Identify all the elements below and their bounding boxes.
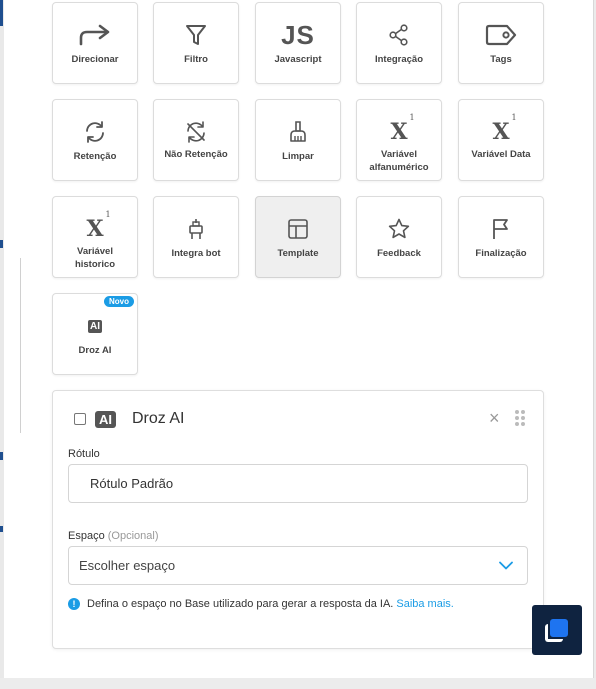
ai-icon: AI xyxy=(95,411,116,428)
block-label: Variável historico xyxy=(74,246,116,270)
block-integracao[interactable]: Integração xyxy=(356,2,442,84)
info-note: ! Defina o espaço no Base utilizado para… xyxy=(68,598,454,610)
block-variavel-historico[interactable]: X1 Variável historico xyxy=(52,196,138,278)
select-checkbox[interactable] xyxy=(74,413,86,425)
broom-icon xyxy=(278,118,318,146)
filter-icon xyxy=(176,21,216,49)
block-integra-bot[interactable]: Integra bot xyxy=(153,196,239,278)
block-direcionar[interactable]: Direcionar xyxy=(52,2,138,84)
space-select-value: Escolher espaço xyxy=(79,558,176,573)
info-icon: ! xyxy=(68,598,80,610)
block-javascript[interactable]: JS Javascript xyxy=(255,2,341,84)
block-tags[interactable]: Tags xyxy=(458,2,544,84)
block-template[interactable]: Template xyxy=(255,196,341,278)
js-icon: JS xyxy=(281,19,315,50)
new-badge: Novo xyxy=(104,296,134,307)
block-label: Droz AI xyxy=(78,345,112,356)
star-icon xyxy=(379,215,419,243)
template-layout-icon xyxy=(278,215,318,243)
block-label: Tags xyxy=(490,54,512,65)
block-feedback[interactable]: Feedback xyxy=(356,196,442,278)
redirect-arrow-icon xyxy=(75,21,115,49)
block-droz-ai[interactable]: Novo AI Droz AI xyxy=(52,293,138,375)
block-label: Retenção xyxy=(73,151,117,162)
block-retencao[interactable]: Retenção xyxy=(52,99,138,181)
block-nao-retencao[interactable]: Não Retenção xyxy=(153,99,239,181)
info-text: Defina o espaço no Base utilizado para g… xyxy=(87,598,394,610)
block-label: Filtro xyxy=(184,54,208,65)
chat-widget-button[interactable] xyxy=(532,605,582,655)
left-edge-marker xyxy=(0,0,3,26)
block-panel: Direcionar Filtro JS Javascript Integraç… xyxy=(4,0,594,689)
block-label: Integração xyxy=(374,54,424,65)
block-label: Feedback xyxy=(377,248,421,259)
label-field-label: Rótulo xyxy=(68,448,100,460)
share-nodes-icon xyxy=(379,21,419,49)
block-variavel-alfanumerico[interactable]: X1 Variável alfanumérico xyxy=(356,99,442,181)
block-limpar[interactable]: Limpar xyxy=(255,99,341,181)
block-variavel-data[interactable]: X1 Variável Data xyxy=(458,99,544,181)
block-label: Template xyxy=(277,248,319,259)
variable-x-icon: X1 xyxy=(492,113,517,145)
close-icon[interactable]: × xyxy=(489,409,500,427)
block-label: Finalização xyxy=(475,248,527,259)
learn-more-link[interactable]: Saiba mais. xyxy=(396,598,453,610)
block-label: Variável Data xyxy=(471,149,531,160)
space-select[interactable]: Escolher espaço xyxy=(68,546,528,585)
block-finalizacao[interactable]: Finalização xyxy=(458,196,544,278)
divider xyxy=(20,258,21,433)
block-label: Não Retenção xyxy=(164,149,228,160)
variable-x-icon: X1 xyxy=(86,210,111,242)
bottom-edge xyxy=(0,678,596,689)
chat-widget-icon-outline xyxy=(545,624,563,642)
block-label: Javascript xyxy=(274,54,322,65)
left-edge-marker xyxy=(0,526,3,532)
no-refresh-icon xyxy=(176,118,216,146)
left-edge-marker xyxy=(0,452,3,460)
ai-icon: AI xyxy=(88,319,102,333)
tag-icon xyxy=(481,21,521,49)
space-field-label: Espaço (Opcional) xyxy=(68,530,159,542)
variable-x-icon: X1 xyxy=(390,113,415,145)
block-label: Integra bot xyxy=(171,248,221,259)
block-label: Limpar xyxy=(282,151,314,162)
label-input[interactable]: Rótulo Padrão xyxy=(68,464,528,503)
card-title: Droz AI xyxy=(132,410,185,427)
droz-ai-card: AI Droz AI × Rótulo Rótulo Padrão Espaço… xyxy=(52,390,544,649)
block-label: Variável alfanumérico xyxy=(369,149,429,173)
robot-icon xyxy=(176,215,216,243)
left-edge-marker xyxy=(0,240,3,248)
chevron-down-icon xyxy=(499,561,513,570)
block-label: Direcionar xyxy=(71,54,119,65)
block-filtro[interactable]: Filtro xyxy=(153,2,239,84)
flag-icon xyxy=(481,215,521,243)
refresh-icon xyxy=(75,118,115,146)
